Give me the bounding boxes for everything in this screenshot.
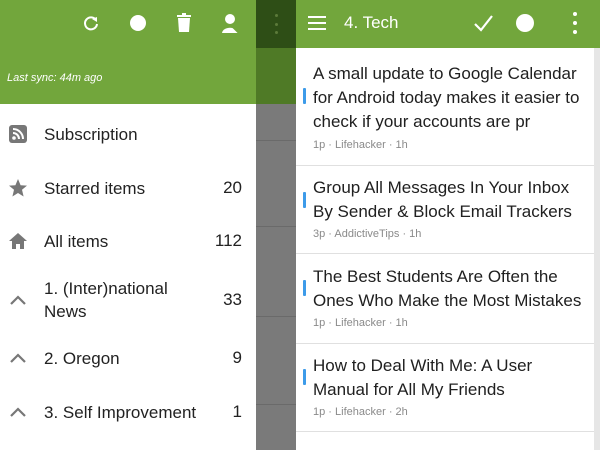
drawer-item-count: 33 xyxy=(223,290,242,309)
article-card[interactable]: How to Deal With Me: A User Manual for A… xyxy=(296,344,594,432)
circle-icon[interactable] xyxy=(516,14,534,32)
unread-marker xyxy=(303,88,306,104)
last-sync-text: Last sync: 44m ago xyxy=(7,72,103,84)
unread-marker xyxy=(303,192,306,208)
scroll-edge xyxy=(594,48,600,450)
feed-title: 4. Tech xyxy=(344,13,399,32)
drawer-item-count: 9 xyxy=(232,348,242,367)
scrim-body[interactable] xyxy=(256,104,296,450)
drawer-item-count: 1 xyxy=(232,402,242,421)
circle-icon[interactable] xyxy=(125,10,151,36)
drawer-item-subscription[interactable]: Subscription xyxy=(0,122,256,146)
drawer-item-label: Starred items xyxy=(44,178,146,198)
home-icon xyxy=(8,231,28,251)
star-icon xyxy=(8,178,28,198)
article-headline: Group All Messages In Your Inbox By Send… xyxy=(313,178,572,221)
chevron-up-icon xyxy=(8,348,28,368)
drawer-item-label: 2. Oregon xyxy=(44,348,120,368)
drawer-screen: Last sync: 44m ago Subscription Starred … xyxy=(0,0,296,450)
article-card[interactable]: Group All Messages In Your Inbox By Send… xyxy=(296,166,594,254)
drawer-toolbar-4 xyxy=(218,10,244,36)
article-card[interactable]: The Best Students Are Often the Ones Who… xyxy=(296,254,594,344)
drawer-item-label: Subscription xyxy=(44,124,138,144)
article-headline: The Best Students Are Often the Ones Who… xyxy=(313,267,582,310)
scrim-mid xyxy=(256,48,296,104)
check-icon[interactable] xyxy=(472,10,494,36)
drawer-header: Last sync: 44m ago xyxy=(0,0,256,104)
chevron-up-icon xyxy=(8,402,28,422)
drawer-item-label: 1. (Inter)national News xyxy=(44,279,168,321)
feed-screen: 4. Tech A small update to Google Calenda… xyxy=(296,0,600,450)
drawer-item-label: All items xyxy=(44,231,109,251)
drawer-item-count: 112 xyxy=(214,231,242,250)
drawer-item-label: 3. Self Improvement xyxy=(44,402,197,422)
drawer-item-all[interactable]: All items 112 xyxy=(0,229,256,253)
drawer-toolbar xyxy=(78,10,104,36)
drawer-toolbar-2 xyxy=(125,10,151,36)
more-vertical-icon[interactable] xyxy=(572,12,578,34)
article-meta: 1p · Lifehacker · 1h xyxy=(313,317,408,329)
article-headline: How to Deal With Me: A User Manual for A… xyxy=(313,356,533,399)
unread-marker xyxy=(303,280,306,296)
drawer-toolbar-3 xyxy=(171,10,197,36)
refresh-icon[interactable] xyxy=(78,10,104,36)
article-headline: A small update to Google Calendar for An… xyxy=(313,64,580,131)
drawer-item-international-news[interactable]: 1. (Inter)national News 33 xyxy=(0,276,256,324)
drawer-item-self-improvement[interactable]: 3. Self Improvement 1 xyxy=(0,400,256,424)
trash-icon[interactable] xyxy=(171,10,197,36)
article-meta: 3p · AddictiveTips · 1h xyxy=(313,228,422,240)
account-icon[interactable] xyxy=(218,10,244,36)
menu-icon[interactable] xyxy=(308,16,326,30)
article-meta: 1p · Lifehacker · 1h xyxy=(313,139,408,151)
rss-icon xyxy=(8,124,28,144)
feed-toolbar: 4. Tech xyxy=(296,0,600,48)
article-card[interactable]: A small update to Google Calendar for An… xyxy=(296,48,594,166)
drawer-item-starred[interactable]: Starred items 20 xyxy=(0,176,256,200)
chevron-up-icon xyxy=(8,290,28,310)
drawer-item-oregon[interactable]: 2. Oregon 9 xyxy=(0,346,256,370)
unread-marker xyxy=(303,369,306,385)
drawer-item-count: 20 xyxy=(223,178,242,197)
more-vertical-icon xyxy=(266,12,286,36)
article-meta: 1p · Lifehacker · 2h xyxy=(313,406,408,418)
